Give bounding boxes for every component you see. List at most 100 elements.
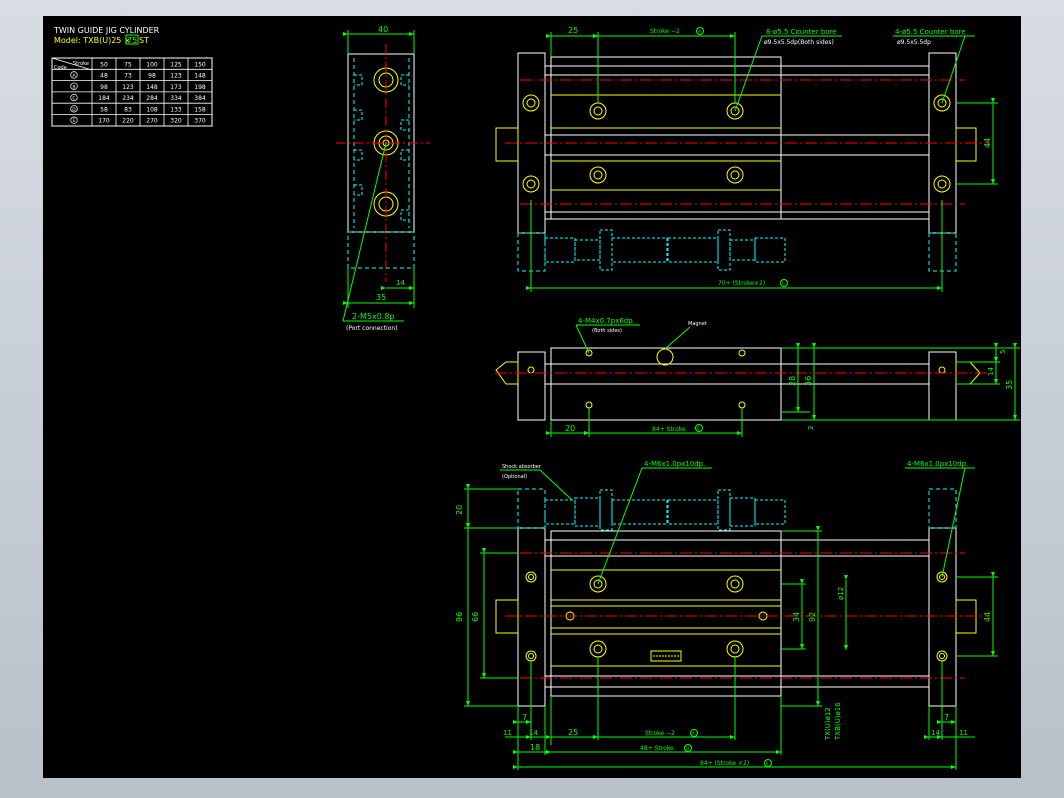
table-cell: 123	[170, 72, 182, 79]
side-dim-35: 35	[376, 293, 386, 302]
top-hole-label-right: 4-ø5.5 Counter bore	[895, 28, 966, 36]
bottom-dim-34: 34	[792, 612, 801, 622]
bottom-dim-92: 92	[808, 612, 817, 622]
mid-dim-20: 20	[565, 424, 575, 433]
bottom-dim-7r: 7	[944, 713, 949, 722]
mid-dim-14: 14	[987, 367, 995, 376]
table-cell: 198	[194, 84, 206, 91]
bottom-dim-66: 66	[471, 612, 480, 622]
table-corner-code: Code	[54, 65, 67, 71]
bottom-dim-11r: 11	[959, 729, 968, 737]
table-cell: 148	[146, 84, 158, 91]
top-dim-bottom-code: C	[782, 281, 785, 286]
table-cell: 98	[100, 84, 108, 91]
bottom-dim-25: 25	[568, 728, 578, 737]
top-hole-sub-right: ø9.5x5.5dp	[897, 39, 931, 46]
bottom-dim-20: 20	[455, 505, 464, 515]
table-header-cell: 100	[146, 61, 158, 68]
table-cell: 148	[194, 72, 206, 79]
bottom-view: Shock absorber (Optional) 4-M6x1.0px10dp…	[455, 460, 998, 770]
table-cell: 108	[146, 106, 158, 113]
table-cell: 284	[146, 95, 158, 102]
bottom-tap-label-right: 4-M6x1.0px10dp.	[907, 460, 968, 468]
title-st: ST	[139, 36, 149, 45]
table-cell: 234	[122, 95, 134, 102]
table-cell: 170	[98, 118, 110, 125]
top-hole-label: 8-ø5.5 Counter bore	[766, 28, 837, 36]
title-line2: Model: TXB(U)25 ×	[54, 36, 131, 45]
bottom-absorber-sub: (Optional)	[502, 474, 527, 480]
bottom-dim-44: 44	[983, 612, 992, 622]
bottom-rod-a: TX(U)ø12	[824, 707, 832, 741]
top-hole-sub: ø9.5x5.5dp(Both sides)	[764, 39, 834, 46]
title-stroke-value: 75	[127, 36, 137, 45]
bottom-dim-84: 84+ (Stroke ×2)	[700, 760, 749, 767]
table-cell: 184	[98, 95, 110, 102]
mid-tap-label: 4-M4x0.7px6dp.	[578, 317, 635, 325]
mid-dim-5: 5	[999, 350, 1007, 354]
mid-dim-84: 84+ Stroke	[652, 426, 686, 433]
table-cell: 173	[170, 84, 182, 91]
middle-view: 4-M4x0.7px6dp. (Both sides) Magnet 20 84…	[495, 317, 1020, 437]
mid-tap-sub: (Both sides)	[592, 328, 622, 334]
mid-dim-35: 35	[1005, 380, 1014, 390]
table-code: D	[72, 107, 76, 113]
bottom-dim-11: 11	[503, 729, 512, 737]
table-cell: 58	[100, 106, 108, 113]
bottom-dim-48: 48+ Stroke	[640, 745, 674, 752]
table-corner-stroke: Stroke	[73, 61, 89, 67]
table-header-cell: 150	[194, 61, 206, 68]
side-view: 40 14 35 2-M5x0.8p (Port connection)	[336, 25, 430, 332]
top-view: 25 Stroke −2 A 8-ø5.5 Counter bore ø9.5x…	[495, 26, 998, 292]
table-cell: 133	[170, 106, 182, 113]
bottom-dim-84-code: E	[766, 761, 769, 766]
mid-magnet: Magnet	[688, 321, 707, 327]
table-cell: 98	[148, 72, 156, 79]
bottom-rod-b: TXB(U)ø16	[834, 702, 842, 741]
table-cell: 83	[124, 106, 132, 113]
bottom-dim-stroke-code: A	[692, 731, 695, 736]
title-block: TWIN GUIDE JIG CYLINDER Model: TXB(U)25 …	[53, 26, 160, 45]
table-cell: 384	[194, 95, 206, 102]
bottom-dim-7: 7	[522, 713, 527, 722]
table-cell: 270	[146, 118, 158, 125]
bottom-absorber: Shock absorber	[502, 464, 542, 470]
bottom-dim-stroke: Stroke −2	[645, 730, 675, 737]
table-cell: 73	[124, 72, 132, 79]
top-dim-44: 44	[983, 138, 992, 148]
bottom-dim-48-code: D	[686, 746, 689, 751]
table-cell: 334	[170, 95, 182, 102]
table-code: C	[72, 96, 75, 102]
mid-dim-2: 2	[807, 426, 815, 430]
side-dim-40: 40	[378, 25, 388, 34]
top-dim-bottom: 70+ (Stroke×2)	[718, 280, 765, 287]
table-cell: 320	[170, 118, 182, 125]
cad-canvas[interactable]: TWIN GUIDE JIG CYLINDER Model: TXB(U)25 …	[43, 16, 1021, 778]
side-dim-14: 14	[396, 279, 405, 287]
top-dim-stroke-code: A	[698, 29, 701, 34]
mid-dim-84-code: B	[697, 426, 700, 431]
table-cell: 123	[122, 84, 134, 91]
table-cell: 220	[122, 118, 134, 125]
mid-dim-36: 36	[804, 376, 813, 386]
table-code: E	[73, 118, 76, 124]
title-line1: TWIN GUIDE JIG CYLINDER	[53, 26, 160, 35]
table-cell: 48	[100, 72, 108, 79]
port-label: 2-M5x0.8p	[352, 312, 395, 321]
bottom-dim-18: 18	[530, 743, 540, 752]
bottom-tap-label: 4-M6x1.0px10dp.	[644, 460, 705, 468]
dimension-table: Stroke Code 50 75 100 125 150A 48 73 98 123 148B 9…	[51, 57, 213, 127]
table-cell: 370	[194, 118, 206, 125]
top-dim-25: 25	[568, 26, 578, 35]
bottom-dim-96: 96	[455, 612, 464, 622]
bottom-dim-14r: 14	[931, 729, 940, 737]
mid-dim-28: 28	[788, 376, 797, 386]
bottom-dim-14: 14	[529, 729, 538, 737]
bottom-dim-12: ø12	[837, 587, 845, 600]
port-sub: (Port connection)	[346, 325, 398, 332]
drawing-svg: TWIN GUIDE JIG CYLINDER Model: TXB(U)25 …	[51, 25, 1020, 770]
top-dim-stroke: Stroke −2	[650, 28, 680, 35]
table-header-cell: 50	[100, 61, 108, 68]
table-header-cell: 125	[170, 61, 182, 68]
table-code: B	[72, 84, 75, 90]
